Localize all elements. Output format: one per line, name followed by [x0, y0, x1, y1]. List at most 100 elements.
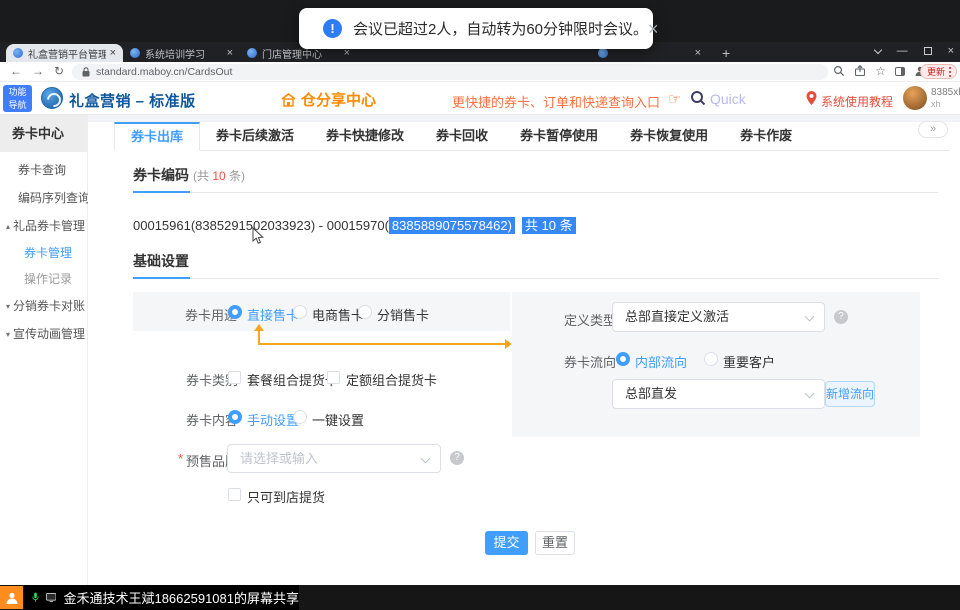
tab-close-icon[interactable]: × [110, 48, 116, 59]
define-type-label: 定义类型 [564, 310, 616, 329]
flow-label: 券卡流向 [564, 352, 616, 371]
reset-button[interactable]: 重置 [535, 531, 575, 555]
presale-brand-select[interactable]: 请选择或输入 [227, 444, 441, 473]
option-distribution-sale[interactable]: 分销售卡 [377, 305, 429, 324]
tab-title: 系统培训学习 [145, 46, 223, 61]
window-menu-icon[interactable] [873, 45, 881, 53]
define-type-help-icon[interactable]: ? [834, 310, 848, 324]
option-package-combo-card[interactable]: 套餐组合提货卡 [247, 370, 338, 389]
zoom-icon[interactable] [833, 65, 845, 77]
tab-close-icon[interactable]: × [344, 48, 350, 59]
radio-internal-flow[interactable] [616, 352, 630, 366]
tab-card-recycle[interactable]: 券卡回收 [420, 122, 504, 150]
checkbox-package-combo-card[interactable] [228, 371, 241, 384]
option-ecommerce-sale[interactable]: 电商售卡 [312, 305, 364, 324]
participant-video-tile[interactable] [0, 586, 23, 609]
usage-panel: 券卡用途 直接售卡 电商售卡 分销售卡 [133, 292, 510, 331]
function-nav-toggle[interactable]: 功能 导航 [3, 85, 32, 112]
expand-arrow-icon: ▾ [6, 302, 10, 311]
user-name: 8385xh [931, 87, 960, 98]
code-count-badge: 共 10 条 [522, 217, 576, 234]
flow-select[interactable]: 总部直发 [612, 379, 825, 409]
codes-divider [133, 192, 938, 193]
back-button[interactable]: ← [10, 64, 22, 78]
microphone-icon [32, 590, 39, 605]
option-store-pickup-only[interactable]: 只可到店提货 [247, 487, 325, 506]
sidebar: 券卡中心 券卡查询 编码序列查询 ▴礼品券卡管理 券卡管理 操作记录 ▾分销券卡… [0, 115, 88, 585]
quick-search-icon[interactable] [690, 90, 706, 106]
window-minimize-button[interactable]: — [897, 45, 908, 57]
side-panel-icon[interactable] [895, 67, 905, 76]
option-fixed-amount-combo-card[interactable]: 定额组合提货卡 [346, 370, 437, 389]
tab-close-icon[interactable]: × [227, 48, 233, 59]
sidebar-item-card-management[interactable]: 券卡管理 [0, 244, 87, 262]
tab-card-restore[interactable]: 券卡恢复使用 [614, 122, 724, 150]
flow-arrow-vertical [258, 331, 260, 343]
address-bar[interactable]: standard.maboy.cn/CardsOut [72, 64, 828, 80]
window-close-button[interactable]: × [948, 45, 954, 57]
presale-brand-help-icon[interactable]: ? [450, 451, 464, 465]
sidebar-item-operation-log[interactable]: 操作记录 [0, 270, 87, 288]
collapse-arrow-icon: ▴ [6, 222, 10, 231]
tab-card-followup-activation[interactable]: 券卡后续激活 [200, 122, 310, 150]
tab-favicon [13, 48, 23, 58]
radio-manual-setup[interactable] [228, 410, 242, 424]
tab-card-suspend[interactable]: 券卡暂停使用 [504, 122, 614, 150]
browser-window: 礼盒营销平台管理中心 × 系统培训学习 × 门店管理中心 × [0, 42, 960, 585]
bookmark-star-icon[interactable]: ☆ [875, 65, 886, 77]
sidebar-group-promo-animation[interactable]: ▾宣传动画管理 [0, 325, 87, 343]
checkbox-store-pickup-only[interactable] [228, 488, 241, 501]
app-logo [41, 87, 63, 109]
tab-card-outbound[interactable]: 券卡出库 [114, 122, 200, 151]
option-manual-setup[interactable]: 手动设置 [247, 410, 299, 429]
forward-button[interactable]: → [32, 64, 44, 78]
codes-count: (共 10 条) [193, 169, 245, 183]
radio-ecommerce-sale[interactable] [293, 305, 307, 319]
define-type-select[interactable]: 总部直接定义激活 [612, 302, 825, 332]
sidebar-item-code-sequence-query[interactable]: 编码序列查询 [0, 189, 87, 207]
option-one-click-setup[interactable]: 一键设置 [312, 410, 364, 429]
tab-card-void[interactable]: 券卡作废 [724, 122, 808, 150]
share-icon[interactable] [854, 65, 866, 77]
define-type-value: 总部直接定义激活 [613, 303, 824, 331]
nav-toggle-line1: 功能 [3, 86, 32, 99]
window-maximize-button[interactable] [924, 47, 932, 55]
expand-arrow-icon: ▾ [6, 330, 10, 339]
menu-kebab-icon [949, 71, 951, 73]
toast-close-icon[interactable]: × [648, 20, 659, 38]
option-direct-sale[interactable]: 直接售卡 [247, 305, 299, 324]
system-tutorial-link[interactable]: 系统使用教程 [821, 93, 893, 110]
sidebar-group-label: 宣传动画管理 [13, 327, 85, 341]
radio-one-click-setup[interactable] [293, 410, 307, 424]
codes-title-underline [133, 191, 190, 193]
chrome-update-chip[interactable]: 更新 [920, 64, 957, 79]
submit-button[interactable]: 提交 [485, 531, 528, 555]
mouse-cursor [252, 227, 264, 245]
main-area: 券卡中心 券卡查询 编码序列查询 ▴礼品券卡管理 券卡管理 操作记录 ▾分销券卡… [0, 115, 960, 585]
pointing-finger-icon: ☞ [668, 90, 681, 108]
browser-toolbar: ← → ↻ standard.maboy.cn/CardsOut ☆ 更新 [0, 62, 960, 82]
option-important-customer[interactable]: 重要客户 [723, 352, 775, 371]
app-header: 功能 导航 礼盒营销 – 标准版 仓分享中心 更快捷的券卡、订单和快递查询入口 … [0, 82, 960, 115]
checkbox-fixed-amount-combo-card[interactable] [327, 371, 340, 384]
browser-tab-2[interactable]: 系统培训学习 × [123, 44, 240, 62]
quick-label[interactable]: Quick [710, 91, 746, 107]
radio-distribution-sale[interactable] [358, 305, 372, 319]
content-area: 券卡出库 券卡后续激活 券卡快捷修改 券卡回收 券卡暂停使用 券卡恢复使用 券卡… [88, 115, 960, 585]
tab-card-quick-modify[interactable]: 券卡快捷修改 [310, 122, 420, 150]
warehouse-share-center-link[interactable]: 仓分享中心 [281, 89, 376, 110]
panel-collapse-button[interactable]: » [918, 121, 948, 138]
reload-button[interactable]: ↻ [54, 64, 64, 78]
codes-section-title: 券卡编码(共 10 条) [133, 165, 245, 185]
option-internal-flow[interactable]: 内部流向 [635, 352, 687, 371]
sidebar-group-distribution-reconciliation[interactable]: ▾分销券卡对账 [0, 297, 87, 315]
new-tab-button[interactable]: + [722, 46, 730, 60]
tab-close-icon[interactable]: × [695, 48, 701, 59]
add-flow-button[interactable]: 新增流向 [825, 381, 875, 407]
sidebar-item-card-query[interactable]: 券卡查询 [0, 161, 87, 179]
sidebar-group-gift-card-management[interactable]: ▴礼品券卡管理 [0, 217, 87, 235]
radio-direct-sale[interactable] [228, 305, 242, 319]
radio-important-customer[interactable] [704, 352, 718, 366]
user-avatar[interactable] [903, 86, 927, 110]
browser-tab-1[interactable]: 礼盒营销平台管理中心 × [6, 44, 123, 62]
